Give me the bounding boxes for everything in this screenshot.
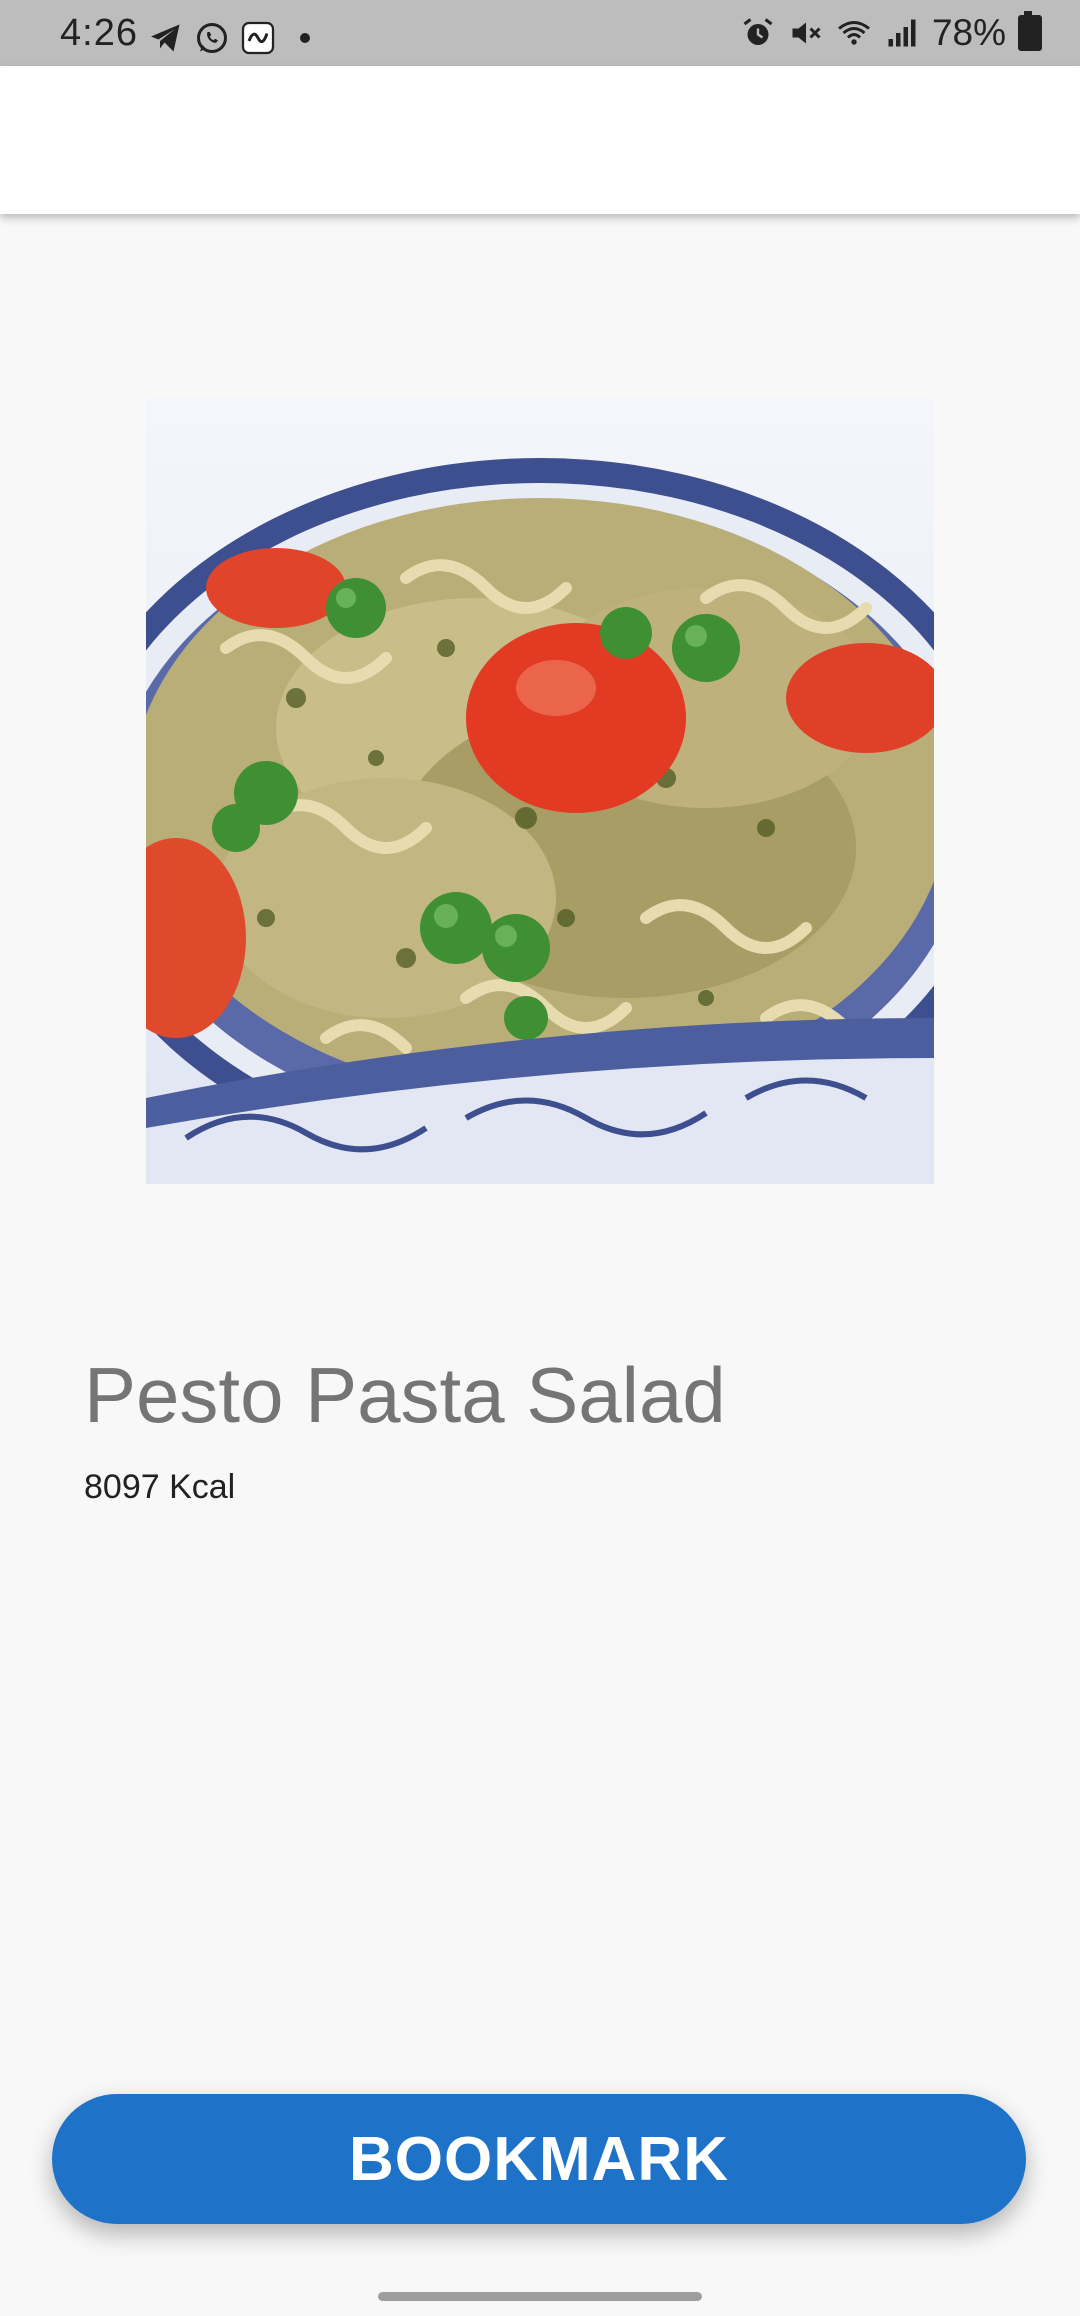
battery-percent: 78% <box>931 12 1006 53</box>
system-icons: 78% <box>740 11 1042 54</box>
whatsapp-icon <box>197 23 227 53</box>
notification-icons <box>148 20 310 56</box>
more-notifications-dot <box>300 33 310 43</box>
app-notification-icon <box>241 21 275 55</box>
recipe-image <box>146 398 934 1184</box>
home-gesture-handle[interactable] <box>378 2292 702 2301</box>
status-bar: 4:26 78% <box>0 0 1080 66</box>
mute-icon <box>792 22 821 44</box>
wifi-icon <box>838 21 870 45</box>
recipe-calories: 8097 Kcal <box>84 1468 236 1506</box>
status-time: 4:26 <box>60 12 138 54</box>
telegram-icon <box>151 24 180 52</box>
alarm-icon <box>743 18 773 45</box>
app-bar <box>0 66 1080 214</box>
bookmark-button[interactable]: BOOKMARK <box>52 2094 1026 2224</box>
battery-icon <box>1018 11 1042 51</box>
signal-icon <box>888 19 916 47</box>
recipe-title: Pesto Pasta Salad <box>84 1351 726 1439</box>
recipe-detail-screen: 4:26 78% Pesto Pasta Salad 8097 Kcal BOO… <box>0 0 1080 2316</box>
bookmark-button-label: BOOKMARK <box>349 2124 729 2194</box>
gesture-nav-bar <box>0 2276 1080 2316</box>
